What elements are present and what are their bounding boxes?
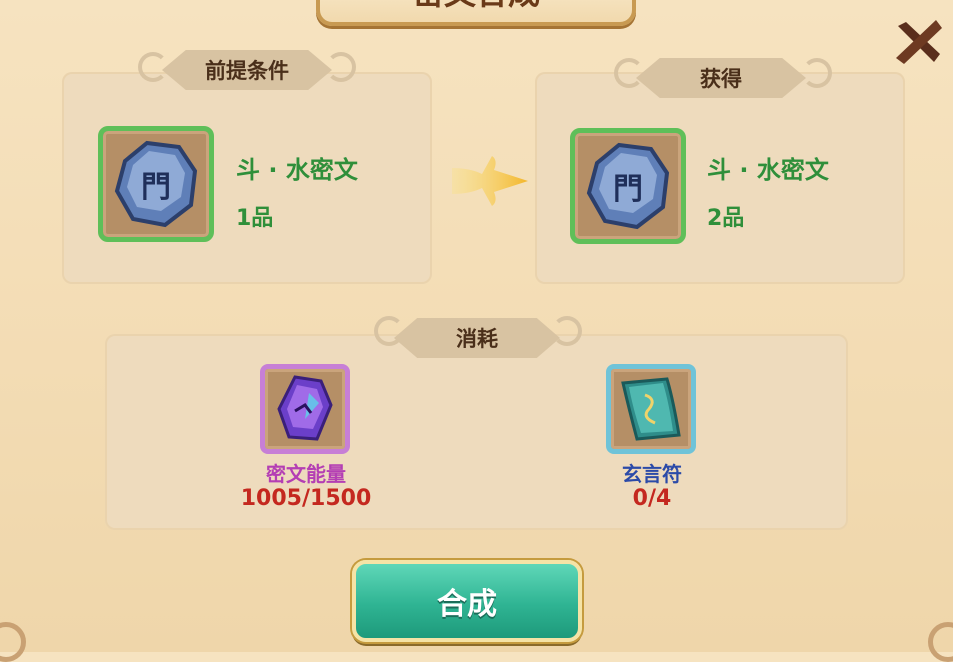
svg-text:門: 門: [141, 170, 171, 205]
result-item-slot[interactable]: 門: [570, 128, 686, 244]
craft-button[interactable]: 合成: [352, 560, 582, 642]
corner-ornament-right: [928, 622, 953, 662]
energy-crystal-icon: [277, 375, 333, 441]
prerequisite-item-grade: 1品: [236, 206, 274, 231]
talisman-item-slot[interactable]: [606, 364, 696, 454]
result-item-name: 斗 · 水密文: [707, 156, 829, 184]
prerequisite-label: 前提条件: [162, 50, 332, 90]
arrow-right-icon: [452, 156, 528, 206]
prerequisite-item-name: 斗 · 水密文: [236, 156, 358, 184]
talisman-scroll-icon: [621, 377, 681, 441]
energy-item-count: 1005/1500: [240, 486, 372, 511]
prerequisite-item-slot[interactable]: 門: [98, 126, 214, 242]
label-swirl-right: [802, 58, 832, 88]
consume-label: 消耗: [394, 318, 560, 358]
window-title-text: 密文合成: [412, 0, 540, 14]
window-title: 密文合成: [316, 0, 636, 26]
talisman-item-name: 玄言符: [622, 462, 682, 486]
label-swirl-right: [552, 316, 582, 346]
rune-stone-icon: 門: [586, 142, 670, 230]
energy-item-slot[interactable]: [260, 364, 350, 454]
rune-stone-icon: 門: [114, 140, 198, 228]
result-label: 获得: [636, 58, 806, 98]
talisman-item-count: 0/4: [632, 486, 672, 511]
label-swirl-left: [614, 58, 644, 88]
result-item-grade: 2品: [707, 206, 745, 231]
svg-text:門: 門: [613, 172, 643, 207]
close-icon: [896, 20, 942, 64]
energy-item-name: 密文能量: [266, 462, 346, 486]
close-button[interactable]: [890, 14, 946, 70]
label-swirl-right: [326, 52, 356, 82]
corner-ornament-left: [0, 622, 26, 662]
label-swirl-left: [138, 52, 168, 82]
